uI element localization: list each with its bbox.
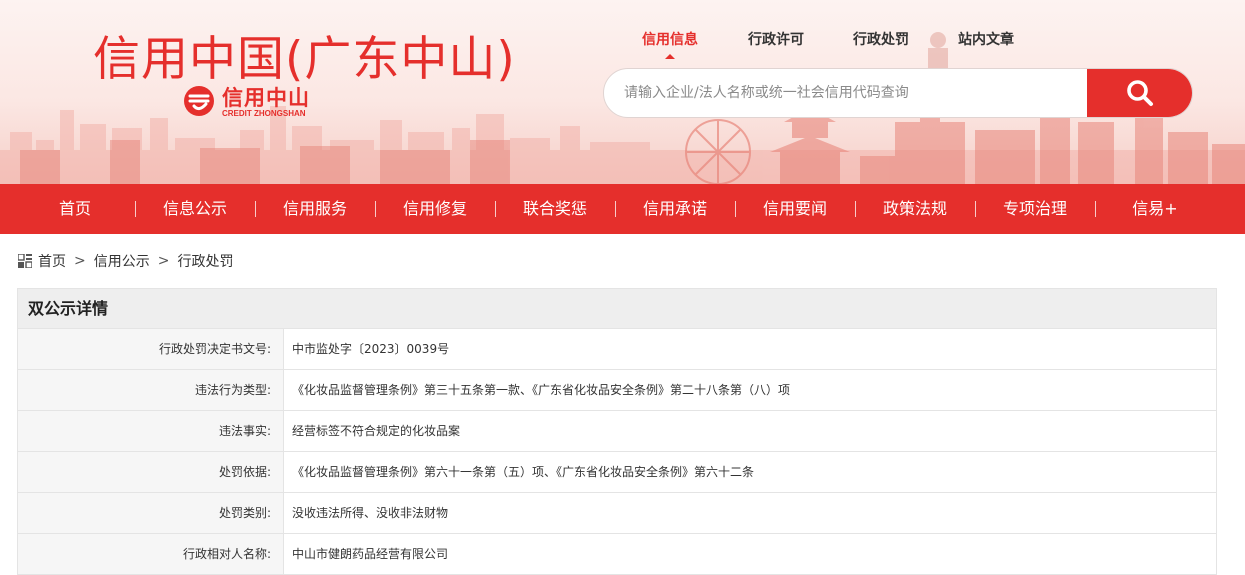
top-links: 信用信息 行政许可 行政处罚 站内文章 [0, 29, 1245, 49]
nav-item-home[interactable]: 首页 [59, 184, 91, 234]
breadcrumb-home[interactable]: 首页 [38, 251, 66, 271]
table-row: 处罚依据: 《化妆品监督管理条例》第六十一条第（五）项、《广东省化妆品安全条例》… [18, 452, 1216, 493]
search-bar [603, 68, 1193, 118]
nav-item-credit-repair[interactable]: 信用修复 [403, 184, 467, 234]
field-label: 行政处罚决定书文号: [18, 329, 284, 369]
top-link-admin-penalty[interactable]: 行政处罚 [853, 29, 909, 49]
field-label: 违法事实: [18, 411, 284, 451]
field-label: 行政相对人名称: [18, 534, 284, 574]
breadcrumb: 首页 > 信用公示 > 行政处罚 [18, 252, 233, 270]
breadcrumb-current: 行政处罚 [177, 254, 234, 270]
table-row: 违法行为类型: 《化妆品监督管理条例》第三十五条第一款、《广东省化妆品安全条例》… [18, 370, 1216, 411]
search-icon [1127, 80, 1153, 106]
breadcrumb-separator: > [74, 253, 86, 269]
table-row: 处罚类别: 没收违法所得、没收非法财物 [18, 493, 1216, 534]
nav-divider [975, 201, 976, 217]
field-value: 中山市健朗药品经营有限公司 [292, 547, 449, 561]
field-value: 《化妆品监督管理条例》第六十一条第（五）项、《广东省化妆品安全条例》第六十二条 [292, 465, 755, 479]
nav-divider [375, 201, 376, 217]
nav-divider [135, 201, 136, 217]
table-row: 行政相对人名称: 中山市健朗药品经营有限公司 [18, 534, 1216, 575]
logo-english-text: CREDIT ZHONGSHAN [222, 109, 306, 118]
breadcrumb-separator: > [157, 253, 170, 269]
logo-chinese-text: 信用中山 [222, 86, 310, 110]
main-nav: 首页 信息公示 信用服务 信用修复 联合奖惩 信用承诺 信用要闻 政策法规 专项… [0, 184, 1245, 234]
field-value: 经营标签不符合规定的化妆品案 [292, 424, 461, 438]
top-link-admin-license[interactable]: 行政许可 [748, 29, 804, 49]
nav-item-credit-service[interactable]: 信用服务 [283, 184, 347, 234]
header-banner: 信用中国(广东中山) 信用中山 CREDIT ZHONGSHAN 信用信息 行政… [0, 0, 1245, 184]
nav-divider [1095, 201, 1096, 217]
field-label: 违法行为类型: [18, 370, 284, 410]
table-row: 行政处罚决定书文号: 中市监处字〔2023〕0039号 [18, 329, 1216, 370]
nav-item-info-public[interactable]: 信息公示 [163, 184, 227, 234]
nav-item-policy[interactable]: 政策法规 [883, 184, 947, 234]
top-link-credit-info[interactable]: 信用信息 [642, 29, 698, 49]
field-value: 《化妆品监督管理条例》第三十五条第一款、《广东省化妆品安全条例》第二十八条第（八… [292, 383, 791, 397]
search-button[interactable] [1087, 69, 1192, 117]
site-logo[interactable]: 信用中山 CREDIT ZHONGSHAN [180, 82, 340, 122]
detail-panel: 双公示详情 行政处罚决定书文号: 中市监处字〔2023〕0039号 违法行为类型… [17, 288, 1217, 575]
table-row: 违法事实: 经营标签不符合规定的化妆品案 [18, 411, 1216, 452]
field-value: 没收违法所得、没收非法财物 [292, 506, 449, 520]
nav-divider [855, 201, 856, 217]
nav-item-special-governance[interactable]: 专项治理 [1003, 184, 1067, 234]
field-label: 处罚依据: [18, 452, 284, 492]
nav-item-xinyi-plus[interactable]: 信易+ [1132, 184, 1177, 234]
nav-divider [255, 201, 256, 217]
nav-item-credit-promise[interactable]: 信用承诺 [643, 184, 707, 234]
nav-item-joint-reward[interactable]: 联合奖惩 [523, 184, 587, 234]
nav-divider [615, 201, 616, 217]
panel-title: 双公示详情 [18, 289, 1216, 329]
top-link-site-articles[interactable]: 站内文章 [958, 29, 1014, 49]
search-input[interactable] [604, 69, 1088, 117]
breadcrumb-credit-public[interactable]: 信用公示 [94, 251, 150, 271]
nav-item-credit-news[interactable]: 信用要闻 [763, 184, 827, 234]
credit-logo-icon [184, 86, 214, 116]
nav-divider [495, 201, 496, 217]
grid-icon [18, 254, 32, 268]
nav-divider [735, 201, 736, 217]
field-value: 中市监处字〔2023〕0039号 [292, 342, 450, 356]
field-label: 处罚类别: [18, 493, 284, 533]
